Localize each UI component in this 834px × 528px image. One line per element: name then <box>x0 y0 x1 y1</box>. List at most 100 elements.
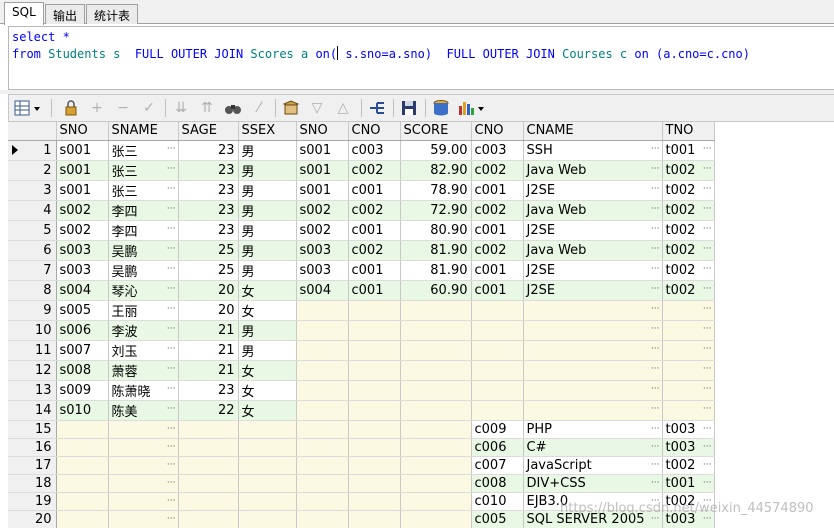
column-header[interactable]: SCORE <box>400 122 472 141</box>
grid-cell[interactable]: ··· <box>662 360 715 381</box>
grid-cell[interactable]: JavaScript ··· <box>523 456 663 475</box>
grid-cell[interactable] <box>348 510 401 528</box>
grid-cell[interactable]: ··· <box>108 420 179 439</box>
grid-cell[interactable]: t002 ··· <box>662 200 715 221</box>
cell-editor-button-icon[interactable]: ··· <box>703 341 712 357</box>
table-row[interactable]: 14 s010 陈美 ··· 22 女 ··· ··· <box>8 400 715 421</box>
grid-cell[interactable]: ··· <box>523 380 663 401</box>
cell-editor-button-icon[interactable]: ··· <box>703 361 712 377</box>
row-number[interactable]: 6 <box>8 240 57 261</box>
grid-cell[interactable] <box>400 456 472 475</box>
grid-cell[interactable]: SSH ··· <box>523 140 663 161</box>
grid-cell[interactable]: c001 <box>348 260 401 281</box>
row-number[interactable]: 9 <box>8 300 57 321</box>
table-row[interactable]: 10 s006 李波 ··· 21 男 ··· ··· <box>8 320 715 341</box>
grid-cell[interactable]: 陈萧晓 ··· <box>108 380 179 401</box>
grid-cell[interactable]: 81.90 <box>400 240 472 261</box>
row-number[interactable]: 20 <box>8 510 57 528</box>
grid-cell[interactable] <box>296 380 349 401</box>
grid-cell[interactable]: 女 <box>238 280 297 301</box>
cell-editor-button-icon[interactable]: ··· <box>651 161 660 177</box>
grid-cell[interactable] <box>348 340 401 361</box>
grid-cell[interactable]: s001 <box>296 180 349 201</box>
cell-editor-button-icon[interactable]: ··· <box>167 221 176 237</box>
grid-cell[interactable] <box>400 320 472 341</box>
row-number[interactable]: 5 <box>8 220 57 241</box>
grid-cell[interactable]: 男 <box>238 180 297 201</box>
grid-cell[interactable]: Java Web ··· <box>523 160 663 181</box>
grid-cell[interactable]: 23 <box>178 140 239 161</box>
grid-cell[interactable]: 72.90 <box>400 200 472 221</box>
tab-sql[interactable]: SQL <box>4 2 44 25</box>
row-number[interactable]: 11 <box>8 340 57 361</box>
grid-cell[interactable] <box>348 360 401 381</box>
row-number[interactable]: 10 <box>8 320 57 341</box>
grid-cell[interactable]: 60.90 <box>400 280 472 301</box>
row-number[interactable]: 8 <box>8 280 57 301</box>
grid-cell[interactable]: ··· <box>523 360 663 381</box>
grid-cell[interactable] <box>296 438 349 457</box>
grid-cell[interactable]: c002 <box>471 240 524 261</box>
sort-asc-icon[interactable]: △ <box>333 98 353 118</box>
table-row[interactable]: 2 s001 张三 ··· 23 男 s001 c002 82.90 c002 Java Web ··… <box>8 160 715 181</box>
row-number[interactable]: 16 <box>8 438 57 457</box>
grid-cell[interactable]: c002 <box>348 200 401 221</box>
grid-cell[interactable]: J2SE ··· <box>523 220 663 241</box>
grid-cell[interactable]: 女 <box>238 400 297 421</box>
add-row-icon[interactable]: + <box>87 98 107 118</box>
cell-editor-button-icon[interactable]: ··· <box>703 281 712 297</box>
grid-cell[interactable] <box>400 300 472 321</box>
grid-cell[interactable] <box>56 492 109 511</box>
row-number[interactable]: 2 <box>8 160 57 181</box>
cell-editor-button-icon[interactable]: ··· <box>651 361 660 377</box>
grid-cell[interactable]: 张三 ··· <box>108 180 179 201</box>
grid-cell[interactable]: 吴鹏 ··· <box>108 240 179 261</box>
grid-cell[interactable]: 21 <box>178 360 239 381</box>
grid-cell[interactable]: 82.90 <box>400 160 472 181</box>
row-number[interactable]: 15 <box>8 420 57 439</box>
grid-cell[interactable]: 陈美 ··· <box>108 400 179 421</box>
grid-cell[interactable]: 刘玉 ··· <box>108 340 179 361</box>
grid-cell[interactable] <box>238 456 297 475</box>
grid-cell[interactable] <box>56 456 109 475</box>
grid-cell[interactable] <box>471 320 524 341</box>
grid-cell[interactable]: c001 <box>348 220 401 241</box>
cell-editor-button-icon[interactable]: ··· <box>651 221 660 237</box>
grid-cell[interactable] <box>348 420 401 439</box>
grid-cell[interactable]: c001 <box>348 280 401 301</box>
cell-editor-button-icon[interactable]: ··· <box>167 381 176 397</box>
grid-cell[interactable]: 23 <box>178 160 239 181</box>
grid-cell[interactable] <box>296 300 349 321</box>
grid-cell[interactable]: 女 <box>238 360 297 381</box>
grid-cell[interactable]: ··· <box>108 474 179 493</box>
grid-cell[interactable]: c002 <box>471 160 524 181</box>
clear-icon[interactable]: ⁄ <box>249 98 269 118</box>
column-header[interactable]: SNO <box>296 122 349 141</box>
grid-cell[interactable] <box>348 456 401 475</box>
grid-cell[interactable]: 王丽 ··· <box>108 300 179 321</box>
filter-icon[interactable] <box>281 98 301 118</box>
grid-cell[interactable]: s003 <box>296 240 349 261</box>
grid-cell[interactable] <box>400 492 472 511</box>
grid-cell[interactable]: 20 <box>178 300 239 321</box>
grid-cell[interactable]: c001 <box>471 260 524 281</box>
cell-editor-button-icon[interactable]: ··· <box>651 439 660 455</box>
cell-editor-button-icon[interactable]: ··· <box>651 321 660 337</box>
grid-cell[interactable]: 张三 ··· <box>108 160 179 181</box>
row-number[interactable]: 1 <box>8 140 57 161</box>
lock-icon[interactable] <box>61 98 81 118</box>
table-row[interactable]: 16 ··· c006 C# ··· t003 ··· <box>8 438 715 457</box>
grid-cell[interactable]: c002 <box>348 160 401 181</box>
grid-cell[interactable]: t003 ··· <box>662 438 715 457</box>
post-edit-icon[interactable]: ✓ <box>139 98 159 118</box>
table-row[interactable]: 18 ··· c008 DIV+CSS ··· t001 ··· <box>8 474 715 493</box>
grid-cell[interactable] <box>348 474 401 493</box>
grid-cell[interactable] <box>178 420 239 439</box>
row-number[interactable]: 13 <box>8 380 57 401</box>
grid-cell[interactable] <box>400 438 472 457</box>
table-row[interactable]: 11 s007 刘玉 ··· 21 男 ··· ··· <box>8 340 715 361</box>
grid-cell[interactable]: ··· <box>523 320 663 341</box>
grid-cell[interactable]: ··· <box>523 300 663 321</box>
cell-editor-button-icon[interactable]: ··· <box>167 141 176 157</box>
grid-cell[interactable] <box>400 400 472 421</box>
